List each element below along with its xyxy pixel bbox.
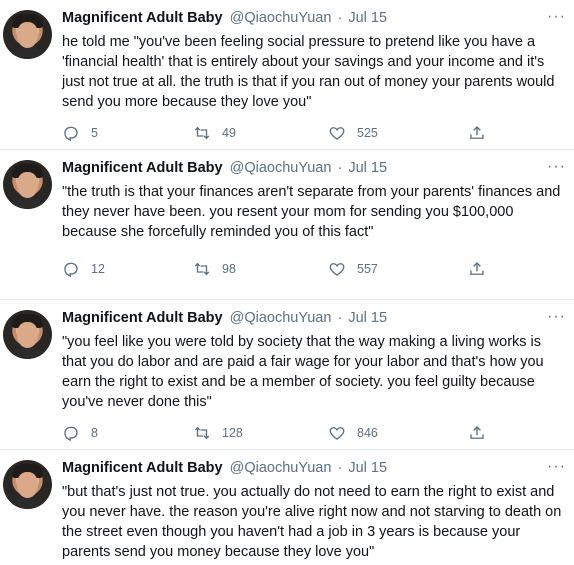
retweet-count: 98 [222,262,236,276]
tweet[interactable]: Magnificent Adult Baby @QiaochuYuan · Ju… [0,150,574,300]
reply-icon [64,126,78,142]
share-button[interactable] [468,124,497,142]
avatar[interactable] [3,310,52,359]
like-count: 557 [357,262,378,276]
separator-dot: · [337,160,343,176]
more-options-icon[interactable]: ··· [547,8,566,26]
reply-button[interactable]: 8 [62,424,98,442]
tweet-header: Magnificent Adult Baby @QiaochuYuan · Ju… [62,160,546,176]
tweet-actions: 8 128 846 [62,424,522,444]
tweet-date[interactable]: Jul 15 [348,10,387,26]
reply-icon [64,426,78,442]
avatar[interactable] [3,460,52,509]
avatar[interactable] [3,10,52,59]
tweet-date[interactable]: Jul 15 [348,160,387,176]
share-icon [470,426,484,439]
reply-button[interactable]: 12 [62,260,105,278]
like-button[interactable]: 525 [328,124,378,142]
heart-icon [329,427,345,440]
like-button[interactable]: 846 [328,424,378,442]
retweet-icon [194,426,210,440]
author-name[interactable]: Magnificent Adult Baby [62,10,223,26]
tweet-actions: 12 98 557 [62,260,522,280]
heart-icon [329,127,345,140]
author-handle[interactable]: @QiaochuYuan [230,310,332,326]
tweet[interactable]: Magnificent Adult Baby @QiaochuYuan · Ju… [0,450,574,565]
author-name[interactable]: Magnificent Adult Baby [62,160,223,176]
retweet-count: 128 [222,426,243,440]
retweet-button[interactable]: 128 [193,424,243,442]
retweet-button[interactable]: 49 [193,124,236,142]
tweet-header: Magnificent Adult Baby @QiaochuYuan · Ju… [62,460,546,476]
like-count: 525 [357,126,378,140]
reply-icon [64,262,78,278]
tweet[interactable]: Magnificent Adult Baby @QiaochuYuan · Ju… [0,300,574,450]
retweet-icon [194,126,210,140]
reply-button[interactable]: 5 [62,124,98,142]
heart-icon [329,263,345,276]
tweet-date[interactable]: Jul 15 [348,310,387,326]
reply-count: 8 [91,426,98,440]
author-handle[interactable]: @QiaochuYuan [230,10,332,26]
tweet-text: he told me "you've been feeling social p… [62,34,555,110]
tweet-text: "but that's just not true. you actually … [62,484,562,560]
author-handle[interactable]: @QiaochuYuan [230,160,332,176]
tweet-text: "you feel like you were told by society … [62,334,544,410]
share-icon [470,126,484,139]
tweet-actions: 5 49 525 [62,124,522,144]
separator-dot: · [337,10,343,26]
more-options-icon[interactable]: ··· [547,458,566,476]
separator-dot: · [337,460,343,476]
reply-count: 12 [91,262,105,276]
tweet-text: "the truth is that your finances aren't … [62,184,561,240]
separator-dot: · [337,310,343,326]
share-icon [470,262,484,275]
like-count: 846 [357,426,378,440]
tweet-header: Magnificent Adult Baby @QiaochuYuan · Ju… [62,10,546,26]
share-button[interactable] [468,424,497,442]
avatar[interactable] [3,160,52,209]
retweet-button[interactable]: 98 [193,260,236,278]
author-name[interactable]: Magnificent Adult Baby [62,460,223,476]
author-name[interactable]: Magnificent Adult Baby [62,310,223,326]
reply-count: 5 [91,126,98,140]
more-options-icon[interactable]: ··· [547,308,566,326]
tweet-header: Magnificent Adult Baby @QiaochuYuan · Ju… [62,310,546,326]
retweet-count: 49 [222,126,236,140]
tweet-date[interactable]: Jul 15 [348,460,387,476]
like-button[interactable]: 557 [328,260,378,278]
author-handle[interactable]: @QiaochuYuan [230,460,332,476]
share-button[interactable] [468,260,497,278]
more-options-icon[interactable]: ··· [547,158,566,176]
retweet-icon [194,262,210,276]
tweet[interactable]: Magnificent Adult Baby @QiaochuYuan · Ju… [0,0,574,150]
tweet-thread: Magnificent Adult Baby @QiaochuYuan · Ju… [0,0,574,565]
